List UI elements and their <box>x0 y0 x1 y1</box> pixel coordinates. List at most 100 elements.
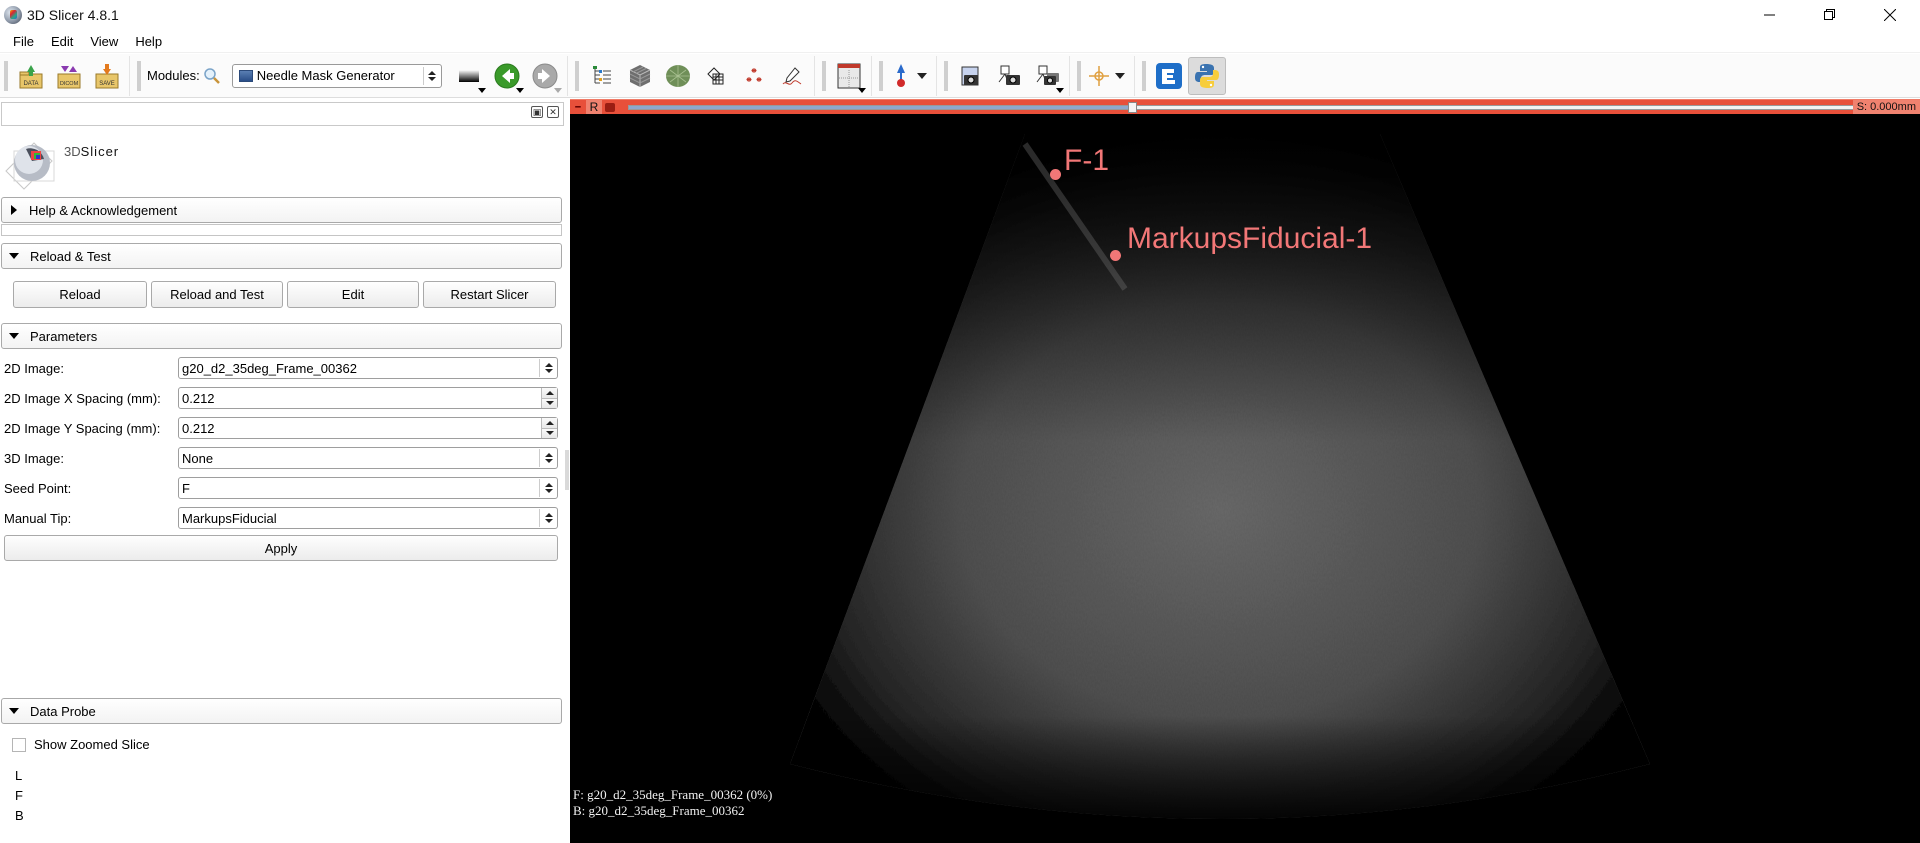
toolbar-separator <box>129 55 130 96</box>
forward-icon <box>532 63 558 88</box>
section-title: Data Probe <box>30 703 96 719</box>
module-panel: ▣ ✕ 3DSlicer Help & Acknowledgement Relo… <box>0 99 566 843</box>
restart-slicer-button[interactable]: Restart Slicer <box>423 281 556 308</box>
module-selector[interactable]: Needle Mask Generator <box>231 63 442 88</box>
apply-button[interactable]: Apply <box>4 535 558 561</box>
toolbar-grip[interactable] <box>1076 60 1081 91</box>
spin-up-button[interactable] <box>542 388 557 399</box>
menu-view[interactable]: View <box>83 34 125 49</box>
module-panel-spacer <box>1 224 562 236</box>
data-probe-section[interactable]: Data Probe <box>1 698 562 724</box>
spin-down-button[interactable] <box>542 428 557 438</box>
python-console-button[interactable] <box>1187 56 1226 95</box>
edit-button[interactable]: Edit <box>287 281 419 308</box>
scene-view-button[interactable] <box>990 57 1028 95</box>
spin-up-button[interactable] <box>542 418 557 429</box>
red-slice-view[interactable]: F-1 MarkupsFiducial-1 F: g20_d2_35deg_Fr… <box>570 114 1920 843</box>
crosshair-dropdown-arrow[interactable] <box>1114 72 1125 79</box>
toolbar-separator <box>935 55 937 96</box>
x-spacing-spinbox[interactable]: 0.212 <box>178 387 558 409</box>
toolbar-grip[interactable] <box>4 60 8 91</box>
volumes-module-button[interactable] <box>621 57 659 95</box>
dicom-button[interactable]: DICOM <box>50 57 88 95</box>
markups-module-button[interactable] <box>735 57 773 95</box>
close-panel-icon[interactable]: ✕ <box>547 106 559 118</box>
3d-image-selector[interactable]: None <box>178 447 558 469</box>
models-module-button[interactable] <box>659 57 697 95</box>
save-button[interactable]: SAVE <box>88 57 126 95</box>
param-value: F <box>182 480 190 496</box>
back-button[interactable] <box>488 57 526 95</box>
forward-button[interactable] <box>526 57 564 95</box>
toolbar-grip[interactable] <box>574 60 579 91</box>
dicom-icon: DICOM <box>57 65 81 88</box>
menu-file[interactable]: File <box>6 34 41 49</box>
menu-edit[interactable]: Edit <box>44 34 80 49</box>
collapsed-arrow-icon <box>11 205 17 215</box>
markups-icon <box>746 67 762 82</box>
probe-background-line: B <box>15 808 24 823</box>
help-acknowledgement-section[interactable]: Help & Acknowledgement <box>1 197 562 223</box>
section-title: Help & Acknowledgement <box>29 202 178 218</box>
reload-button[interactable]: Reload <box>13 281 147 308</box>
fiducial-label-f1: F-1 <box>1064 144 1109 177</box>
load-data-icon: DATA <box>19 64 43 88</box>
close-button[interactable] <box>1860 0 1920 30</box>
restore-button[interactable] <box>1800 0 1860 30</box>
param-label: 3D Image: <box>4 450 64 466</box>
editor-module-button[interactable] <box>773 57 811 95</box>
window-controls <box>1740 0 1920 30</box>
show-zoomed-slice-row: Show Zoomed Slice <box>12 737 150 752</box>
transforms-module-button[interactable] <box>697 57 735 95</box>
toolbar-grip[interactable] <box>821 60 826 91</box>
screenshot-button[interactable] <box>952 57 990 95</box>
toolbar-grip[interactable] <box>943 60 948 91</box>
slice-orientation-label[interactable]: R <box>586 100 602 115</box>
toolbar-separator <box>813 55 815 96</box>
scene-views-button[interactable] <box>1028 57 1066 95</box>
data-tree-icon <box>592 65 611 83</box>
transforms-icon <box>707 66 724 84</box>
load-data-button[interactable]: DATA <box>12 57 50 95</box>
slider-thumb[interactable] <box>1127 102 1137 113</box>
menu-help[interactable]: Help <box>128 34 169 49</box>
minimize-button[interactable] <box>1740 0 1800 30</box>
minimize-icon <box>1764 14 1775 16</box>
module-icon <box>238 69 253 82</box>
search-icon <box>204 67 220 84</box>
param-value: 0.212 <box>182 420 215 436</box>
crosshair-button[interactable] <box>1085 57 1113 95</box>
mouse-mode-dropdown-arrow[interactable] <box>916 72 927 79</box>
menu-bar: File Edit View Help <box>0 31 1920 53</box>
reload-and-test-button[interactable]: Reload and Test <box>151 281 283 308</box>
mouse-mode-button[interactable] <box>887 57 915 95</box>
slice-offset-slider[interactable] <box>628 102 1856 113</box>
module-search-button[interactable] <box>200 57 224 95</box>
extension-manager-button[interactable] <box>1150 57 1188 95</box>
param-y-spacing: 2D Image Y Spacing (mm): 0.212 <box>0 416 566 440</box>
link-icon[interactable] <box>605 103 615 112</box>
undock-icon[interactable]: ▣ <box>531 106 543 118</box>
slice-offset-readout: S: 0.000mm <box>1852 100 1920 115</box>
toolbar-grip[interactable] <box>878 60 883 91</box>
seed-point-selector[interactable]: F <box>178 477 558 499</box>
module-selector-arrows <box>422 66 441 85</box>
layout-button[interactable] <box>830 57 868 95</box>
y-spacing-spinbox[interactable]: 0.212 <box>178 417 558 439</box>
manual-tip-selector[interactable]: MarkupsFiducial <box>178 507 558 529</box>
2d-image-selector[interactable]: g20_d2_35deg_Frame_00362 <box>178 357 558 379</box>
reload-buttons-row: Reload Reload and Test Edit Restart Slic… <box>13 281 556 308</box>
fiducial-point-markups1[interactable] <box>1110 250 1121 261</box>
data-module-button[interactable] <box>583 57 621 95</box>
toolbar-separator <box>1133 55 1135 96</box>
parameters-section[interactable]: Parameters <box>1 323 562 349</box>
spin-down-button[interactable] <box>542 398 557 408</box>
panel-splitter-handle[interactable] <box>565 450 569 490</box>
reload-test-section[interactable]: Reload & Test <box>1 243 562 269</box>
toolbar-grip[interactable] <box>137 60 141 91</box>
toolbar-grip[interactable] <box>1141 60 1146 91</box>
pin-icon[interactable]: ━ <box>573 102 583 112</box>
fiducial-point-f1[interactable] <box>1050 169 1061 180</box>
layout-grayscale-button[interactable] <box>450 57 488 95</box>
show-zoomed-slice-checkbox[interactable] <box>12 737 26 752</box>
